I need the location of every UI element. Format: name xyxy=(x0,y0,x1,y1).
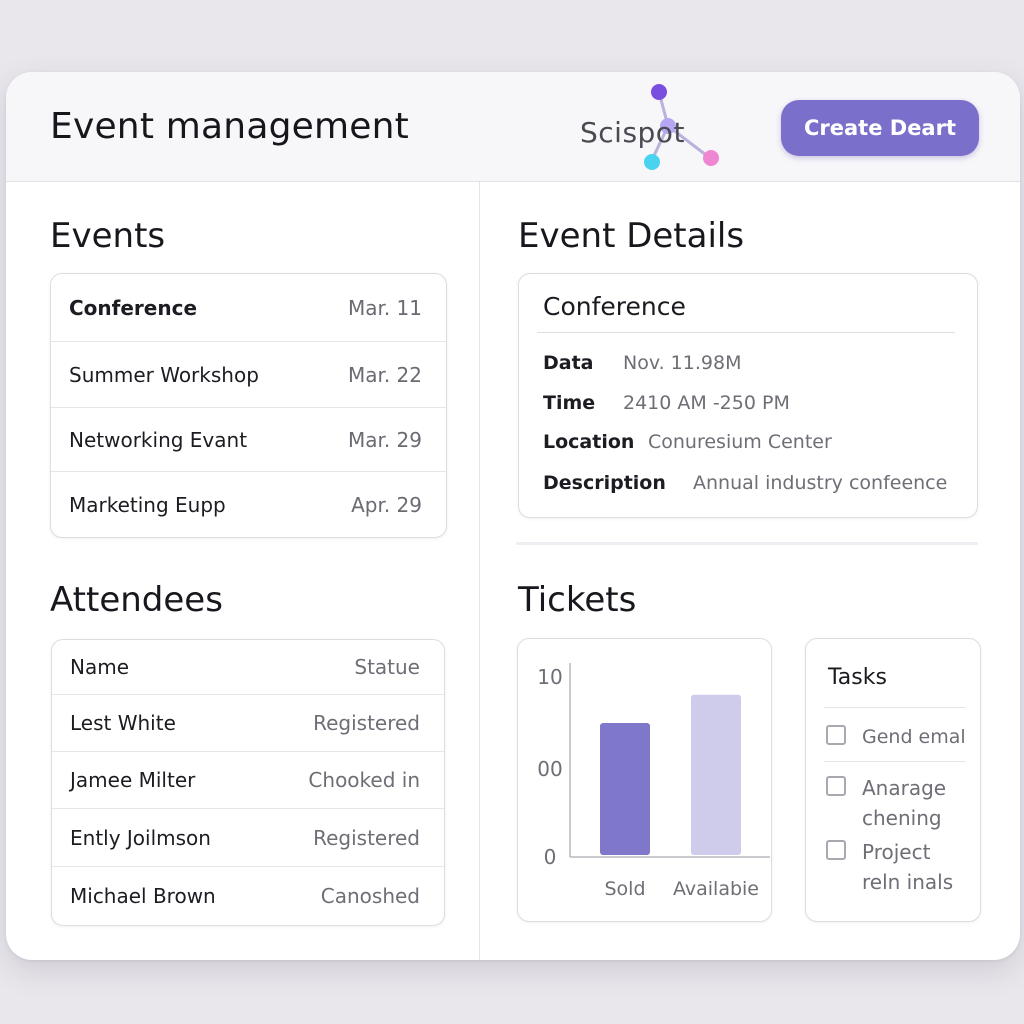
attendee-status: Chooked in xyxy=(308,768,420,792)
event-name: Marketing Eupp xyxy=(69,493,226,517)
task-label: Project reln inals xyxy=(862,840,954,894)
table-row[interactable]: Ently Joilmson Registered xyxy=(52,809,444,867)
task-checkbox[interactable] xyxy=(826,776,846,796)
attendees-heading: Attendees xyxy=(50,580,223,620)
table-row[interactable]: Jamee Milter Chooked in xyxy=(52,752,444,809)
event-date: Apr. 29 xyxy=(351,493,422,517)
tasks-divider xyxy=(824,761,966,762)
tasks-divider xyxy=(824,707,966,708)
app-title: Event management xyxy=(50,106,409,147)
event-name: Summer Workshop xyxy=(69,362,259,387)
event-date: Mar. 29 xyxy=(347,427,422,452)
task-item[interactable]: Gend emal xyxy=(826,722,966,752)
app-header: Event management Scispot Create Deart xyxy=(6,72,1020,182)
create-event-button[interactable]: Create Deart xyxy=(781,100,979,156)
event-details-name: Conference xyxy=(543,292,686,321)
detail-time: Time 2410 AM -250 PM xyxy=(543,392,790,414)
column-divider xyxy=(479,182,480,960)
attendee-name: Jamee Milter xyxy=(70,768,196,792)
task-label: Gend emal xyxy=(862,726,966,748)
detail-value: Nov. 11.98M xyxy=(623,352,742,374)
detail-label: Location xyxy=(543,431,635,453)
detail-value: Conuresium Center xyxy=(648,431,832,453)
detail-description: Description Annual industry confeence xyxy=(543,472,947,494)
events-heading: Events xyxy=(50,216,166,256)
x-tick-label: Availabie xyxy=(673,878,759,900)
task-checkbox[interactable] xyxy=(826,840,846,860)
tickets-heading: Tickets xyxy=(518,580,637,620)
attendee-name: Lest White xyxy=(70,711,176,735)
attendees-table: Name Statue Lest White Registered Jamee … xyxy=(51,639,445,926)
section-divider xyxy=(516,542,978,545)
event-item[interactable]: Conference Mar. 11 xyxy=(51,274,446,342)
y-tick-label: 0 xyxy=(544,845,557,869)
app-window: Event management Scispot Create Deart Ev… xyxy=(6,72,1020,960)
event-item[interactable]: Marketing Eupp Apr. 29 xyxy=(51,472,446,538)
event-details-heading: Event Details xyxy=(518,216,745,256)
detail-value: 2410 AM -250 PM xyxy=(623,392,790,414)
x-tick-label: Sold xyxy=(604,878,645,900)
event-item[interactable]: Summer Workshop Mar. 22 xyxy=(51,342,446,408)
event-date: Mar. 11 xyxy=(347,295,422,320)
attendee-status: Registered xyxy=(313,825,420,850)
detail-date: Data Nov. 11.98M xyxy=(543,352,741,374)
event-date: Mar. 22 xyxy=(347,362,422,387)
bar-sold xyxy=(600,722,650,855)
attendee-status: Registered xyxy=(313,711,420,735)
tasks-heading: Tasks xyxy=(828,665,887,690)
table-header-row: Name Statue xyxy=(52,640,444,695)
task-label: Anarage chening xyxy=(862,776,947,830)
event-item[interactable]: Networking Evant Mar. 29 xyxy=(51,408,446,472)
detail-value: Annual industry confeence xyxy=(693,472,948,494)
event-name: Conference xyxy=(69,295,198,320)
detail-label: Description xyxy=(543,472,666,494)
event-name: Networking Evant xyxy=(69,427,248,452)
scispot-logo: Scispot xyxy=(578,80,728,176)
detail-label: Data xyxy=(543,352,594,374)
task-checkbox[interactable] xyxy=(826,725,846,745)
detail-label: Time xyxy=(543,392,596,414)
y-tick-label: 00 xyxy=(537,757,562,781)
tasks-card: Tasks Gend emal Anarage chening Project … xyxy=(805,638,981,922)
attendee-name: Michael Brown xyxy=(70,884,216,908)
y-tick-label: 10 xyxy=(537,665,562,689)
details-divider xyxy=(537,332,955,333)
logo-text: Scispot xyxy=(580,116,685,149)
table-row[interactable]: Lest White Registered xyxy=(52,695,444,752)
bar-availabie xyxy=(691,694,741,855)
event-details-card: Conference Data Nov. 11.98M Time 2410 AM… xyxy=(518,273,978,518)
table-row[interactable]: Michael Brown Canoshed xyxy=(52,867,444,925)
tickets-chart: 10 00 0 Sold Availabie xyxy=(517,638,772,922)
attendee-status: Canoshed xyxy=(320,884,420,908)
attendee-name: Ently Joilmson xyxy=(70,825,211,850)
column-header-name: Name xyxy=(70,655,130,679)
events-list: Conference Mar. 11 Summer Workshop Mar. … xyxy=(50,273,447,538)
task-item[interactable]: Project reln inals xyxy=(826,837,962,897)
task-item[interactable]: Anarage chening xyxy=(826,773,962,833)
tickets-bar-chart: 10000Sold Availabie xyxy=(537,663,770,900)
column-header-status: Statue xyxy=(354,655,420,679)
detail-location: Location Conuresium Center xyxy=(543,431,832,453)
